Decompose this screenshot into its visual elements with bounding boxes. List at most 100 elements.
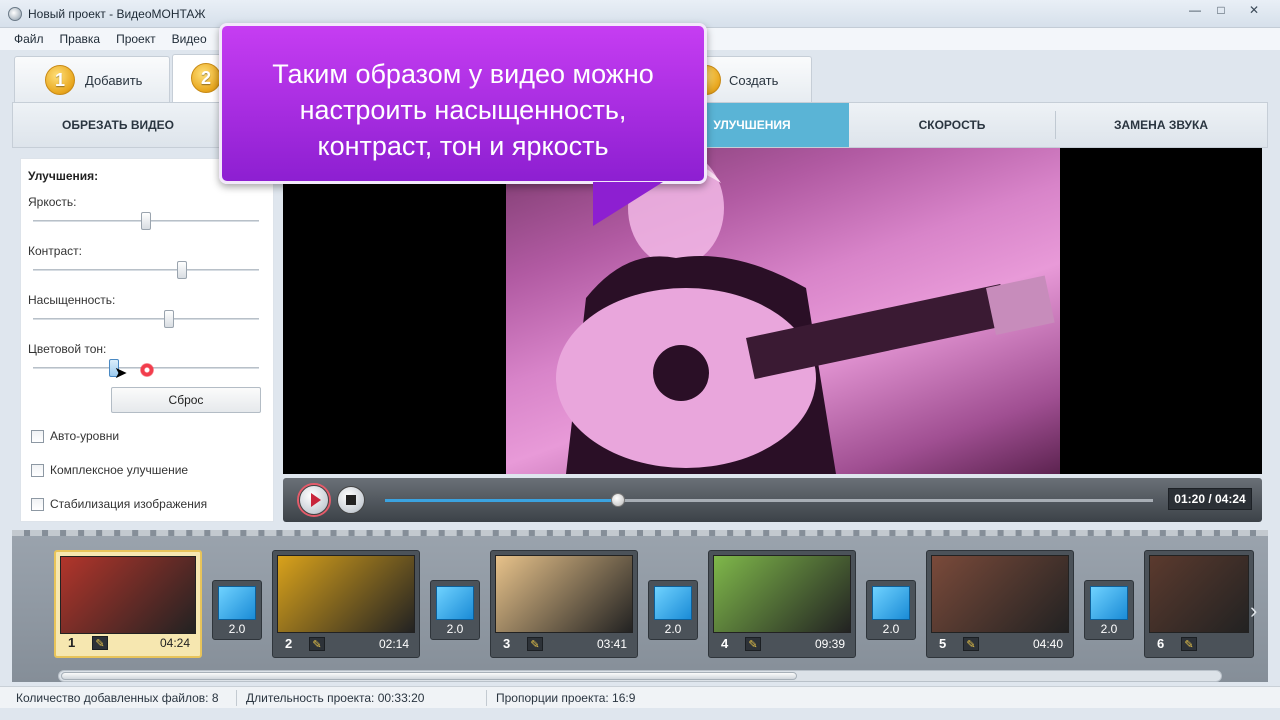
status-bar: Количество добавленных файлов: 8 Длитель… <box>0 686 1280 708</box>
clip-thumbnail <box>60 556 196 634</box>
callout-line: контраст, тон и яркость <box>317 131 609 161</box>
pencil-icon[interactable]: ✎ <box>963 637 979 651</box>
stabilization-label: Стабилизация изображения <box>50 497 208 511</box>
stabilization-checkbox[interactable] <box>31 498 44 511</box>
player-controls: 01:20 / 04:24 <box>283 478 1262 522</box>
pencil-icon[interactable]: ✎ <box>527 637 543 651</box>
clip-duration: 02:14 <box>378 637 409 651</box>
callout-bubble: Таким образом у видео можно настроить на… <box>219 23 707 184</box>
minimize-icon[interactable]: — <box>1182 0 1208 20</box>
clip-thumbnail <box>1149 555 1249 633</box>
transition-item[interactable]: 2.0 <box>430 580 480 640</box>
menu-video[interactable]: Видео <box>164 32 215 46</box>
clip-thumbnail <box>931 555 1069 633</box>
step-label: Создать <box>729 73 779 88</box>
maximize-icon[interactable]: □ <box>1208 0 1234 20</box>
transition-item[interactable]: 2.0 <box>648 580 698 640</box>
mouse-cursor-icon: ➤ <box>114 365 128 382</box>
callout-line: настроить насыщенность, <box>299 95 627 125</box>
brightness-label: Яркость: <box>28 195 77 209</box>
status-file-count: Количество добавленных файлов: 8 <box>16 691 219 705</box>
auto-levels-checkbox[interactable] <box>31 430 44 443</box>
play-button[interactable] <box>299 485 329 515</box>
pencil-icon[interactable]: ✎ <box>745 637 761 651</box>
clip-number: 5 <box>939 636 947 651</box>
transition-duration: 2.0 <box>446 622 464 636</box>
step-number-badge: 1 <box>45 65 75 95</box>
close-icon[interactable]: ✕ <box>1234 0 1274 20</box>
contrast-slider-track[interactable] <box>33 269 259 271</box>
tab-speed[interactable]: СКОРОСТЬ <box>849 103 1055 147</box>
tab-trim-video[interactable]: ОБРЕЗАТЬ ВИДЕО <box>13 103 223 147</box>
seek-bar-handle[interactable] <box>611 493 626 507</box>
play-icon <box>310 493 321 507</box>
brightness-slider-thumb[interactable] <box>141 212 151 230</box>
clip-thumbnail <box>713 555 851 633</box>
contrast-slider-thumb[interactable] <box>177 261 188 279</box>
saturation-slider-track[interactable] <box>33 318 259 320</box>
video-frame <box>506 148 1107 474</box>
pencil-icon[interactable]: ✎ <box>309 637 325 651</box>
timeline: 1 ✎ 04:24 2 ✎ 02:14 3 ✎ 03:41 4 ✎ 09:39 5 ✎ 04:40 6 ✎ 2.0… <box>12 530 1268 682</box>
transition-item[interactable]: 2.0 <box>866 580 916 640</box>
timeline-scrollbar[interactable] <box>58 670 1222 682</box>
pencil-icon[interactable]: ✎ <box>1181 637 1197 651</box>
transition-icon <box>218 586 256 620</box>
transition-icon <box>654 586 692 620</box>
callout-line: Таким образом у видео можно <box>272 59 654 89</box>
click-indicator-icon <box>140 363 154 377</box>
auto-levels-label: Авто-уровни <box>50 429 120 443</box>
step-number-badge: 2 <box>191 63 221 93</box>
guitarist-image <box>556 150 1107 474</box>
menu-project[interactable]: Проект <box>108 32 164 46</box>
transition-duration: 2.0 <box>882 622 900 636</box>
transition-icon <box>1090 586 1128 620</box>
stop-icon <box>346 495 356 505</box>
enhancements-panel: Улучшения: Яркость: Контраст: Насыщеннос… <box>20 158 274 522</box>
menu-file[interactable]: Файл <box>6 32 52 46</box>
window-controls: — □ ✕ <box>1182 0 1274 20</box>
clip-duration: 04:24 <box>159 636 190 650</box>
clip-number: 3 <box>503 636 511 651</box>
timeline-clip[interactable]: 5 ✎ 04:40 <box>926 550 1074 658</box>
stop-button[interactable] <box>337 486 365 514</box>
contrast-label: Контраст: <box>28 244 82 258</box>
step-add[interactable]: 1 Добавить <box>14 56 170 102</box>
seek-bar[interactable] <box>385 493 1153 507</box>
timeline-clip[interactable]: 6 ✎ <box>1144 550 1254 658</box>
app-icon <box>8 7 22 21</box>
menu-edit[interactable]: Правка <box>52 32 109 46</box>
status-divider <box>236 690 237 706</box>
timeline-clip[interactable]: 2 ✎ 02:14 <box>272 550 420 658</box>
transition-item[interactable]: 2.0 <box>212 580 262 640</box>
transition-duration: 2.0 <box>1100 622 1118 636</box>
status-project-duration: Длительность проекта: 00:33:20 <box>246 691 425 705</box>
transition-icon <box>872 586 910 620</box>
tab-replace-audio[interactable]: ЗАМЕНА ЗВУКА <box>1056 103 1266 147</box>
saturation-slider-thumb[interactable] <box>163 310 174 328</box>
hue-label: Цветовой тон: <box>28 342 107 356</box>
timeline-clip[interactable]: 1 ✎ 04:24 <box>54 550 202 658</box>
step-label: Добавить <box>85 73 143 88</box>
timeline-clip[interactable]: 3 ✎ 03:41 <box>490 550 638 658</box>
reset-button[interactable]: Сброс <box>111 387 261 413</box>
clip-number: 1 <box>68 635 76 650</box>
complex-enhance-checkbox[interactable] <box>31 464 44 477</box>
pencil-icon[interactable]: ✎ <box>92 636 108 650</box>
video-preview[interactable] <box>283 148 1262 474</box>
status-aspect-ratio: Пропорции проекта: 16:9 <box>496 691 636 705</box>
chevron-right-icon[interactable]: › <box>1250 598 1257 624</box>
clip-duration: 04:40 <box>1032 637 1063 651</box>
panel-title: Улучшения: <box>28 169 99 183</box>
clip-duration: 03:41 <box>596 637 627 651</box>
timeline-clip[interactable]: 4 ✎ 09:39 <box>708 550 856 658</box>
window-title: Новый проект - ВидеоМОНТАЖ <box>28 7 206 21</box>
clip-number: 4 <box>721 636 729 651</box>
clip-duration: 09:39 <box>814 637 845 651</box>
timeline-scrollbar-thumb[interactable] <box>61 672 797 680</box>
status-divider <box>486 690 487 706</box>
saturation-label: Насыщенность: <box>28 293 116 307</box>
transition-item[interactable]: 2.0 <box>1084 580 1134 640</box>
transition-duration: 2.0 <box>228 622 246 636</box>
transition-icon <box>436 586 474 620</box>
